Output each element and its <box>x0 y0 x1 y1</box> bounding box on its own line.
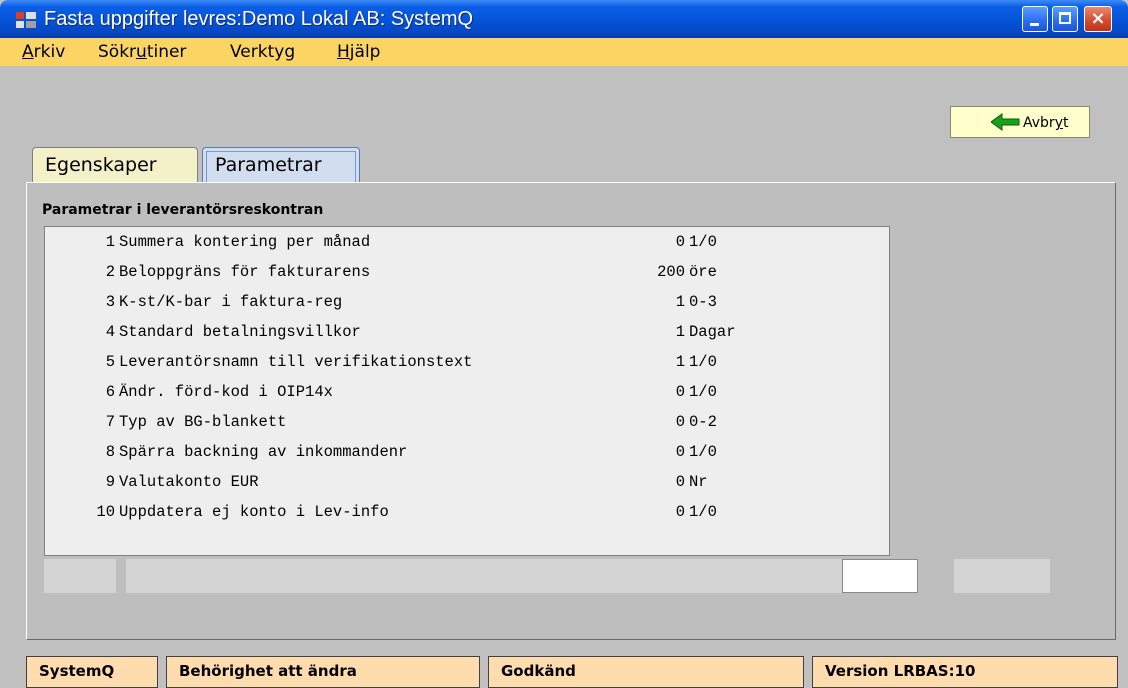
minimize-button[interactable] <box>1022 6 1048 32</box>
section-title: Parametrar i leverantörsreskontran <box>42 202 324 218</box>
app-icon[interactable] <box>16 12 36 28</box>
status-state: Godkänd <box>488 656 804 688</box>
status-version: Version LRBAS:10 <box>812 656 1118 688</box>
maximize-button[interactable] <box>1052 6 1078 32</box>
parameter-list[interactable]: 1 Summera kontering per månad 0 1/0 2 Belopp… <box>44 226 890 556</box>
menu-bar: Arkiv Sökrutiner Verktyg Hjälp <box>0 38 1128 66</box>
menu-verktyg[interactable]: Verktyg <box>230 42 295 62</box>
tab-parametrar[interactable]: Parametrar <box>202 147 360 182</box>
status-app: SystemQ <box>26 656 158 688</box>
status-bar: SystemQ Behörighet att ändra Godkänd Ver… <box>0 652 1128 688</box>
window-title: Fasta uppgifter levres:Demo Lokal AB: Sy… <box>44 8 474 30</box>
cancel-button-label: Avbryt <box>1023 115 1069 131</box>
bottom-field-left <box>44 559 116 593</box>
arrow-left-icon <box>991 113 1020 131</box>
menu-sokrutiner[interactable]: Sökrutiner <box>98 42 186 62</box>
title-bar: Fasta uppgifter levres:Demo Lokal AB: Sy… <box>0 0 1128 38</box>
cancel-button[interactable]: Avbryt <box>950 106 1090 138</box>
edit-field[interactable] <box>842 559 918 593</box>
menu-arkiv[interactable]: Arkiv <box>22 42 65 62</box>
bottom-controls <box>44 559 1050 593</box>
bottom-field-right <box>954 559 1050 593</box>
close-icon: × <box>1090 8 1106 29</box>
close-button[interactable]: × <box>1084 6 1112 32</box>
status-permission: Behörighet att ändra <box>166 656 480 688</box>
bottom-field-middle <box>126 559 870 593</box>
tab-egenskaper[interactable]: Egenskaper <box>32 147 198 182</box>
menu-hjalp[interactable]: Hjälp <box>337 42 380 62</box>
